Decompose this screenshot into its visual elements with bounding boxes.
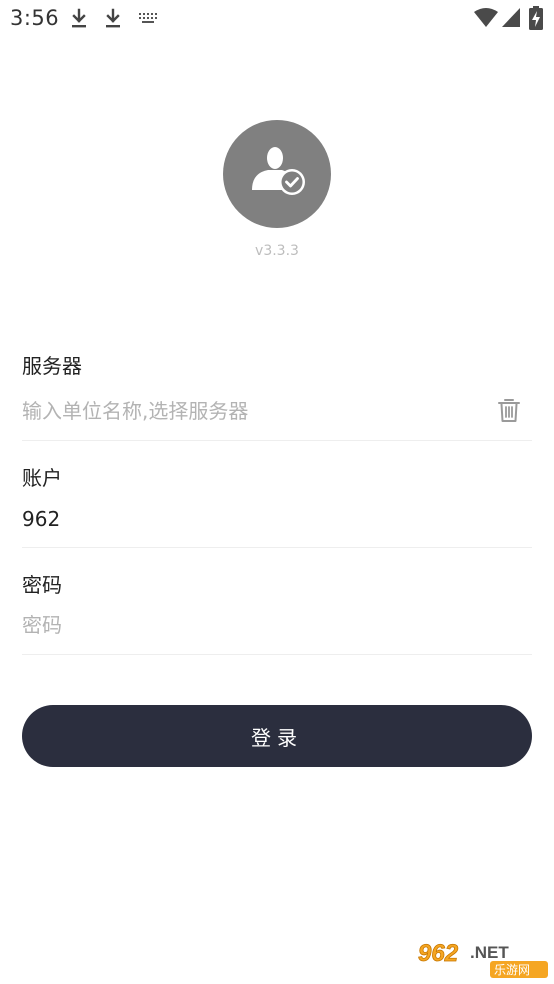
user-check-icon bbox=[252, 147, 305, 195]
signal-icon bbox=[502, 8, 520, 27]
keyboard-icon bbox=[139, 13, 157, 23]
trash-icon[interactable] bbox=[497, 397, 521, 423]
password-label: 密码 bbox=[22, 573, 62, 597]
battery-charging-icon bbox=[529, 6, 543, 30]
account-label: 账户 bbox=[22, 466, 62, 490]
svg-text:乐游网: 乐游网 bbox=[494, 963, 530, 977]
status-time: 3:56 bbox=[10, 6, 60, 30]
svg-text:962: 962 bbox=[418, 940, 459, 967]
status-bar: 3:56 bbox=[0, 0, 554, 38]
wifi-icon bbox=[474, 8, 498, 27]
download-icon bbox=[106, 8, 120, 28]
password-divider bbox=[22, 654, 532, 655]
password-input[interactable] bbox=[22, 607, 492, 643]
watermark-logo: 962 .NET 乐游网 bbox=[414, 936, 550, 980]
server-divider bbox=[22, 440, 532, 441]
server-label: 服务器 bbox=[22, 354, 82, 378]
login-button[interactable]: 登录 bbox=[22, 705, 532, 767]
svg-text:.NET: .NET bbox=[470, 943, 509, 962]
server-input[interactable] bbox=[22, 393, 492, 429]
account-input[interactable] bbox=[22, 501, 492, 537]
version-label: v3.3.3 bbox=[255, 243, 299, 259]
account-divider bbox=[22, 547, 532, 548]
avatar bbox=[223, 120, 331, 228]
download-icon bbox=[72, 8, 86, 28]
